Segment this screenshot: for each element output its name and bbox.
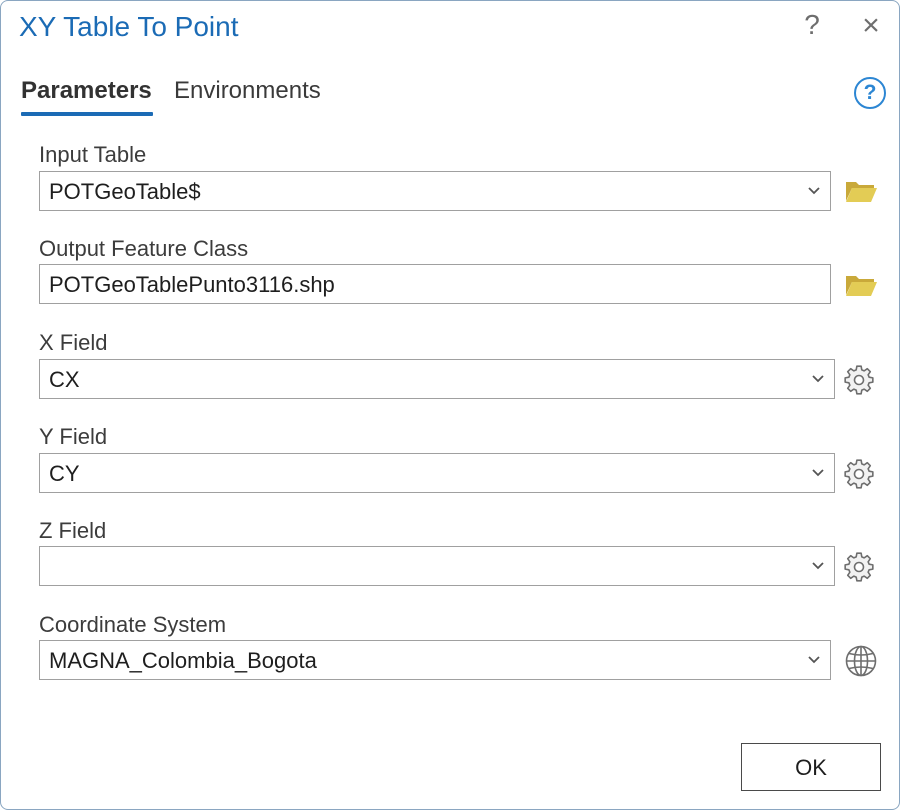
coordinate-system-value: MAGNA_Colombia_Bogota (49, 648, 317, 673)
ok-button[interactable]: OK (741, 743, 881, 791)
chevron-down-icon[interactable] (812, 561, 824, 571)
chevron-down-icon[interactable] (808, 655, 820, 665)
y-field-dropdown[interactable]: CY (39, 453, 835, 493)
z-field-label: Z Field (39, 518, 107, 543)
folder-icon[interactable] (844, 177, 878, 205)
gear-icon[interactable] (843, 551, 875, 583)
y-field-value: CY (49, 461, 80, 486)
chevron-down-icon[interactable] (812, 468, 824, 478)
output-feature-class-label: Output Feature Class (39, 236, 249, 261)
tab-environments[interactable]: Environments (174, 77, 321, 105)
input-table-label: Input Table (39, 142, 147, 167)
active-tab-indicator (21, 112, 153, 116)
output-feature-class-value: POTGeoTablePunto3116.shp (49, 272, 335, 297)
globe-icon[interactable] (844, 644, 878, 678)
x-field-value: CX (49, 367, 80, 392)
help-circle-icon[interactable]: ? (854, 77, 886, 109)
y-field-label: Y Field (39, 424, 108, 449)
x-field-dropdown[interactable]: CX (39, 359, 835, 399)
dialog-title: XY Table To Point (19, 11, 239, 42)
help-button[interactable]: ? (801, 9, 823, 41)
input-table-value: POTGeoTable$ (49, 179, 201, 204)
tab-parameters[interactable]: Parameters (21, 77, 152, 105)
folder-icon[interactable] (844, 271, 878, 299)
xy-table-to-point-dialog: XY Table To Point ? × Parameters Environ… (0, 0, 900, 810)
z-field-dropdown[interactable] (39, 546, 835, 586)
coordinate-system-label: Coordinate System (39, 612, 227, 637)
gear-icon[interactable] (843, 458, 875, 490)
x-field-label: X Field (39, 330, 108, 355)
output-feature-class-input[interactable]: POTGeoTablePunto3116.shp (39, 264, 831, 304)
gear-icon[interactable] (843, 364, 875, 396)
input-table-dropdown[interactable]: POTGeoTable$ (39, 171, 831, 211)
chevron-down-icon[interactable] (812, 374, 824, 384)
close-button[interactable]: × (857, 9, 885, 43)
coordinate-system-dropdown[interactable]: MAGNA_Colombia_Bogota (39, 640, 831, 680)
chevron-down-icon[interactable] (808, 186, 820, 196)
